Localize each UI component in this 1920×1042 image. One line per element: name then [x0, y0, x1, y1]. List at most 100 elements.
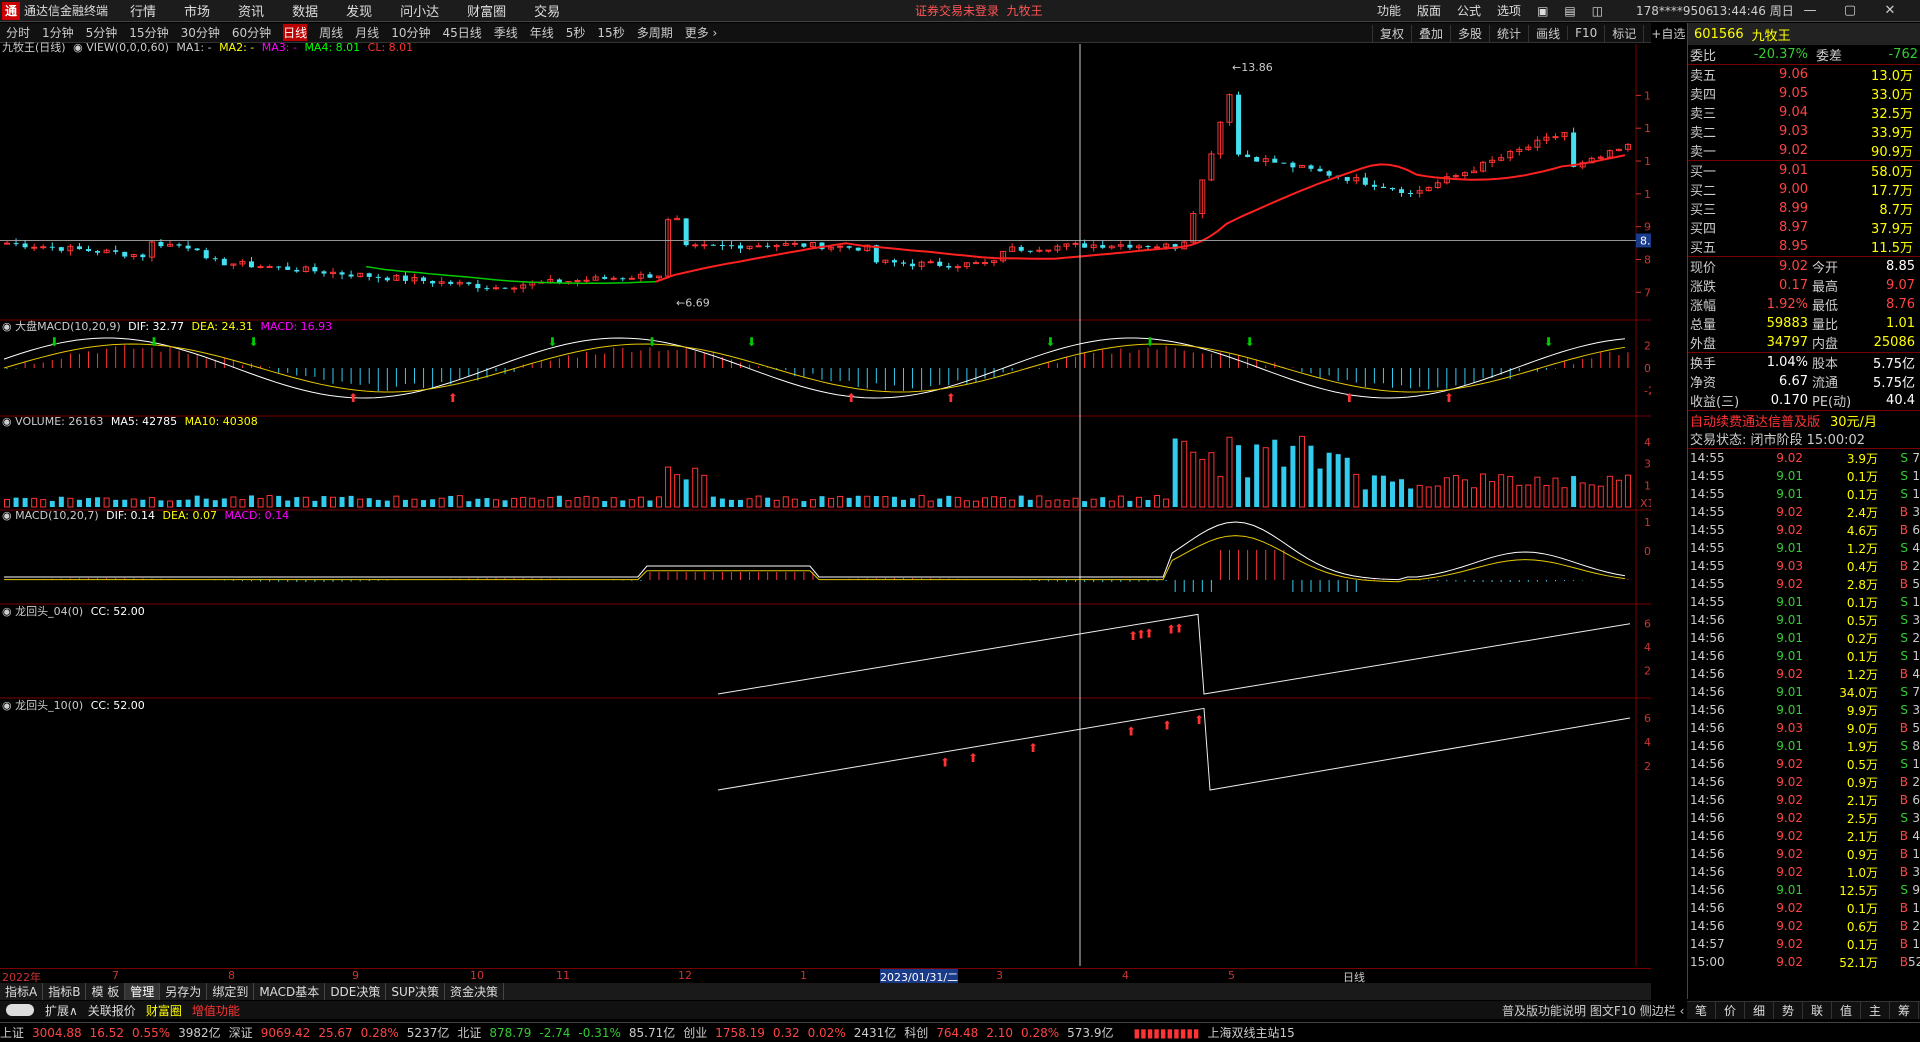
toolbar-button[interactable]: 复权 — [1372, 24, 1411, 42]
maximize-icon[interactable]: ▢ — [1830, 3, 1870, 18]
menu-item[interactable]: 市场 — [184, 5, 210, 20]
indicator-tab[interactable]: 模 板 — [86, 983, 126, 1000]
quote-panel-tab[interactable]: 细 — [1745, 1002, 1774, 1019]
indicator-tab[interactable]: MACD基本 — [254, 983, 326, 1000]
period-tab[interactable]: 45日线 — [442, 24, 481, 41]
volume-bar — [1399, 479, 1405, 507]
toolbar-button[interactable]: 统计 — [1489, 24, 1528, 42]
quote-panel-tab[interactable]: 笔 — [1687, 1002, 1716, 1019]
volume-bar — [1308, 445, 1314, 507]
menu-item[interactable]: 发现 — [346, 5, 372, 20]
menu-item[interactable]: 交易 — [534, 5, 560, 20]
volume-bar — [1317, 468, 1323, 507]
candle-body — [846, 246, 852, 248]
toolbar-button[interactable]: +自选 — [1643, 24, 1692, 42]
tick-cell: 1.2万 — [1846, 541, 1878, 556]
indicator-tab[interactable]: SUP决策 — [386, 983, 446, 1000]
volume-bar — [972, 500, 979, 508]
tick-cell: 0.2万 — [1846, 631, 1878, 646]
menu-item[interactable]: 数据 — [292, 5, 318, 20]
period-tab[interactable]: 年线 — [530, 24, 554, 41]
related-quote-button[interactable]: 关联报价 — [83, 1002, 141, 1019]
tick-cell: S — [1900, 685, 1908, 699]
orderbook-price: 8.97 — [1779, 220, 1808, 235]
volume-bar — [1208, 452, 1215, 508]
candle-body — [1362, 177, 1368, 185]
period-tab[interactable]: 多周期 — [637, 24, 673, 41]
volume-bar — [185, 499, 191, 507]
tick-list[interactable]: 14:55 9.02 3.9万 S 7 14:55 9.01 0.1万 S 1 14:55 9.01 0… — [1688, 448, 1920, 971]
wealth-circle-button[interactable]: 财富圈 — [141, 1002, 187, 1019]
quote-panel-tab[interactable]: 筹 — [1890, 1002, 1919, 1019]
expand-button[interactable]: 扩展∧ — [40, 1002, 83, 1019]
tick-cell: 0.5万 — [1846, 613, 1878, 628]
toggle-switch[interactable] — [6, 1004, 34, 1016]
toolbar-button[interactable]: F10 — [1567, 26, 1604, 40]
period-tab[interactable]: 15秒 — [597, 24, 624, 41]
volume-bar — [430, 499, 436, 507]
minimize-icon[interactable]: — — [1790, 3, 1830, 18]
indicator-tab[interactable]: 资金决策 — [445, 983, 505, 1000]
tick-cell: 7 — [1912, 685, 1920, 699]
promo-row[interactable]: 自动续费通达信普及版 30元/月 — [1688, 410, 1920, 430]
weibi-row: 委比 -20.37% 委差 -762 — [1690, 47, 1918, 64]
close-icon[interactable]: ✕ — [1870, 3, 1910, 18]
right-menu-item[interactable]: 功能 — [1377, 2, 1401, 19]
layout-icon[interactable]: ▤ — [1564, 4, 1575, 18]
toolbar-button[interactable]: 标记 — [1604, 24, 1643, 42]
chart-area[interactable]: 13.00 12.00 11.00 10.00 9.00 8.00 7.00 8.58 ←13.… — [0, 41, 1651, 966]
menu-item[interactable]: 问小达 — [400, 5, 439, 20]
orderbook-volume: 37.9万 — [1871, 222, 1913, 237]
server-label: 上海双线主站15 — [1207, 1026, 1295, 1040]
volume-bar — [1199, 458, 1206, 508]
volume-bar — [1371, 475, 1377, 507]
account-label[interactable]: 178****9506 — [1636, 4, 1713, 18]
quote-panel-tab[interactable]: 联 — [1803, 1002, 1832, 1019]
quote-panel-tab[interactable]: 主 — [1861, 1002, 1890, 1019]
period-tab[interactable]: 季线 — [494, 24, 518, 41]
indicator-tab[interactable]: 另存为 — [160, 983, 208, 1000]
volume-bar — [1217, 476, 1224, 508]
indicator-tab[interactable]: 绑定到 — [207, 983, 255, 1000]
indicator-tab[interactable]: DDE决策 — [325, 983, 387, 1000]
toolbar-button[interactable]: 叠加 — [1411, 24, 1450, 42]
menu-item[interactable]: 行情 — [130, 5, 156, 20]
candle-body — [384, 277, 390, 281]
quote-panel-tab[interactable]: 势 — [1774, 1002, 1803, 1019]
tick-cell: 2 — [1912, 559, 1920, 573]
indicator-tab[interactable]: 指标B — [43, 983, 87, 1000]
volume-bar — [855, 495, 861, 507]
right-menu-item[interactable]: 版面 — [1417, 2, 1441, 19]
tick-cell: 9.02 — [1776, 937, 1803, 951]
tick-cell: 0.9万 — [1846, 775, 1878, 790]
login-notice[interactable]: 证券交易未登录 九牧王 — [915, 2, 1043, 19]
value-added-button[interactable]: 增值功能 — [187, 1002, 245, 1019]
tick-cell: 1 — [1912, 595, 1920, 609]
layout-icon[interactable]: ◫ — [1592, 4, 1603, 18]
indicator-tab[interactable]: 管理 — [125, 983, 161, 1000]
y-tick-label: 11.00 — [1644, 155, 1651, 168]
menu-item[interactable]: 资讯 — [238, 5, 264, 20]
quote-panel-tab[interactable]: 价 — [1716, 1002, 1745, 1019]
clock-label: 13:44:46 周日 — [1712, 4, 1794, 18]
right-menu-item[interactable]: 公式 — [1457, 2, 1481, 19]
menu-item[interactable]: 财富圈 — [467, 5, 506, 20]
kline-chart-svg[interactable]: 13.00 12.00 11.00 10.00 9.00 8.00 7.00 8.58 ←13.… — [0, 44, 1651, 966]
toolbar-button[interactable]: 画线 — [1528, 24, 1567, 42]
layout-icon[interactable]: ▣ — [1537, 4, 1548, 18]
period-tab[interactable]: 更多 › — [685, 24, 718, 41]
tick-cell: 0.1万 — [1846, 469, 1878, 484]
stat-value: 59883 — [1766, 316, 1808, 331]
toolbar-button[interactable]: 多股 — [1450, 24, 1489, 42]
stat-label: 换手 — [1690, 357, 1717, 372]
right-menu-item[interactable]: 选项 — [1497, 2, 1521, 19]
indicator-tab[interactable]: 指标A — [0, 983, 44, 1000]
tick-cell: 0.1万 — [1846, 649, 1878, 664]
volume-bar — [538, 499, 545, 508]
volume-bar — [1390, 481, 1395, 507]
sidebar-links[interactable]: 普及版功能说明 图文F10 侧边栏 ‹ — [1497, 1002, 1689, 1019]
quote-panel-tab[interactable]: 值 — [1832, 1002, 1861, 1019]
stat-value: 0.170 — [1770, 393, 1808, 408]
volume-bar — [22, 498, 28, 507]
period-tab[interactable]: 5秒 — [566, 24, 586, 41]
